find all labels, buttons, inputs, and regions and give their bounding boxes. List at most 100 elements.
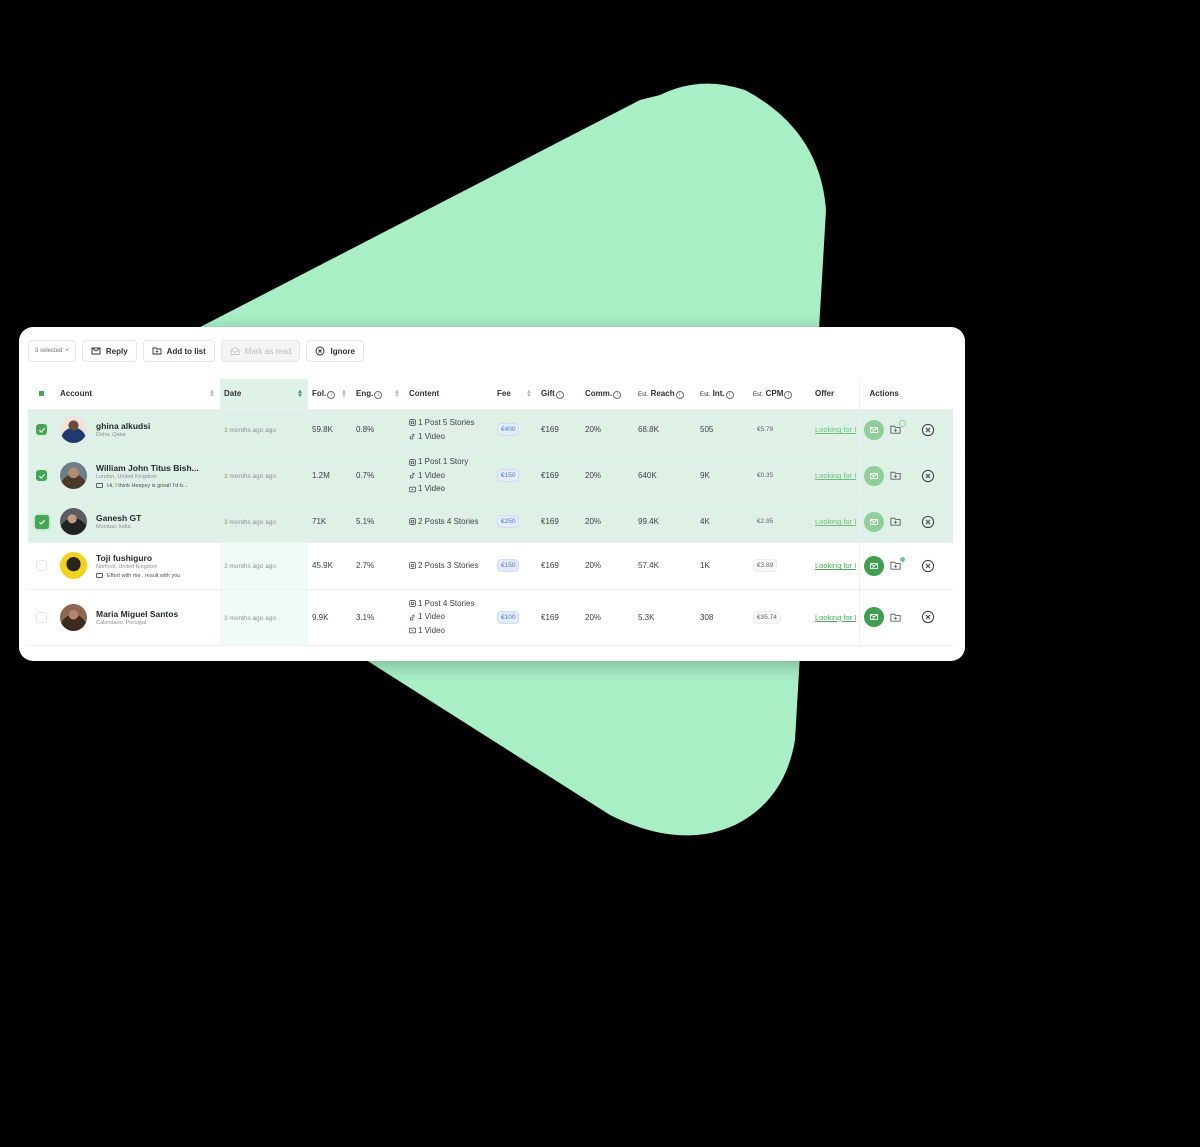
ignore-row-icon[interactable] — [921, 423, 935, 437]
check-icon — [38, 427, 45, 433]
account-cell[interactable]: Ganesh GT Mumbai, India — [60, 508, 220, 535]
table-row[interactable]: William John Titus Bish... London, Unite… — [28, 450, 953, 502]
add-to-list-action[interactable] — [889, 419, 906, 437]
selection-count-chip[interactable]: 3 selected × — [28, 340, 76, 362]
circle-x-icon — [316, 346, 325, 356]
sort-icon[interactable]: ▲ ▼ — [209, 389, 215, 399]
ignore-button[interactable]: Ignore — [306, 340, 364, 362]
youtube-icon — [409, 486, 416, 493]
add-to-list-action[interactable] — [889, 610, 903, 624]
in-list-badge — [898, 419, 906, 427]
fee-badge: €100 — [497, 610, 520, 624]
content-item-text: 2 Posts 4 Stories — [418, 516, 479, 526]
commission-value: 20% — [585, 425, 602, 434]
send-message-button[interactable] — [863, 607, 884, 627]
fee-badge: €250 — [497, 515, 520, 528]
select-all-checkbox[interactable] — [39, 391, 44, 397]
column-header-engagement[interactable]: Eng. i ▲ ▼ — [352, 379, 405, 410]
offer-link[interactable]: Looking for I — [815, 471, 861, 480]
send-message-button[interactable] — [863, 555, 884, 576]
row-checkbox[interactable] — [35, 514, 49, 529]
sort-icon[interactable]: ▲ ▼ — [341, 389, 347, 399]
account-location: London, United Kingdom — [96, 473, 157, 480]
account-name[interactable]: Maria Miguel Santos — [96, 609, 178, 619]
send-message-button[interactable] — [863, 511, 884, 532]
followers-value: 45.9K — [312, 561, 333, 570]
column-header-actions: Actions — [858, 379, 953, 410]
column-header-content: Content — [405, 379, 493, 410]
table-row[interactable]: ghina alkudsi Doha, Qatar 3 months ago a… — [28, 409, 954, 451]
bulk-actions-toolbar: 3 selected × Reply Add to list Mark as r… — [28, 340, 364, 362]
ignore-row-icon[interactable] — [921, 610, 935, 624]
table-row[interactable]: Ganesh GT Mumbai, India 3 months ago ago… — [28, 501, 954, 543]
avatar — [60, 552, 87, 579]
table-row[interactable]: Maria Miguel Santos Calendario, Portugal… — [28, 589, 953, 646]
sort-icon[interactable]: ▲ ▼ — [394, 389, 400, 399]
account-name[interactable]: Toji fushiguro — [96, 553, 180, 563]
info-icon[interactable]: i — [675, 390, 684, 399]
add-to-list-button[interactable]: Add to list — [142, 340, 215, 362]
table-row[interactable]: Toji fushiguro Northolt, United Kingdom … — [28, 542, 953, 590]
clear-selection-icon[interactable]: × — [65, 348, 69, 354]
add-to-list-action[interactable] — [889, 555, 906, 573]
select-all-header[interactable] — [28, 379, 56, 410]
reply-mail-icon — [91, 347, 101, 355]
offer-link[interactable]: Looking for I — [815, 425, 861, 434]
column-header-est-cpm: Est. CPM i — [749, 379, 811, 410]
account-name[interactable]: William John Titus Bish... — [96, 463, 199, 473]
est-reach-value: 57.4K — [638, 561, 659, 570]
instagram-icon — [409, 419, 416, 427]
info-icon[interactable]: i — [725, 390, 734, 399]
ignore-row-icon[interactable] — [921, 559, 935, 573]
content-item-text: 1 Video — [418, 625, 445, 635]
column-header-est-reach: Est. Reach i — [634, 379, 696, 410]
est-cpm-badge: €0.35 — [757, 472, 774, 479]
est-reach-value: 99.4K — [638, 517, 659, 526]
row-checkbox[interactable] — [36, 560, 47, 571]
date-value: 3 months ago ago — [224, 519, 277, 526]
row-checkbox[interactable] — [36, 611, 47, 623]
commission-value: 20% — [585, 471, 602, 480]
offer-link[interactable]: Looking for I — [815, 613, 861, 622]
info-icon[interactable]: i — [784, 390, 793, 399]
add-to-list-action[interactable] — [889, 515, 903, 529]
row-checkbox[interactable] — [36, 470, 47, 481]
offer-link[interactable]: Looking for I — [815, 561, 861, 570]
column-header-fee[interactable]: Fee ▲ ▼ — [493, 379, 537, 410]
account-cell[interactable]: ghina alkudsi Doha, Qatar — [60, 416, 220, 443]
info-icon[interactable]: i — [327, 390, 336, 399]
info-icon[interactable]: i — [374, 390, 383, 399]
account-cell[interactable]: Toji fushiguro Northolt, United Kingdom … — [60, 552, 220, 579]
mark-as-read-button[interactable]: Mark as read — [220, 340, 301, 362]
ignore-row-icon[interactable] — [921, 469, 935, 483]
content-item: 1 Video — [409, 610, 493, 624]
row-checkbox[interactable] — [36, 424, 47, 435]
offer-link[interactable]: Looking for I — [815, 517, 861, 526]
column-header-offer: Offer — [811, 379, 859, 410]
last-message-text: Hi, I think Heepsy is great! I'd b... — [107, 482, 188, 489]
send-message-button[interactable] — [863, 419, 884, 440]
reply-button[interactable]: Reply — [81, 340, 137, 362]
avatar — [60, 508, 87, 535]
account-cell[interactable]: Maria Miguel Santos Calendario, Portugal — [60, 603, 220, 631]
commission-value: 20% — [585, 517, 602, 526]
check-icon — [39, 519, 46, 525]
account-name[interactable]: Ganesh GT — [96, 513, 141, 523]
column-header-account[interactable]: Account ▲ ▼ — [56, 379, 220, 410]
add-to-list-action[interactable] — [889, 469, 903, 483]
sort-icon[interactable]: ▲ ▼ — [526, 389, 532, 399]
est-interactions-value: 9K — [700, 471, 710, 480]
sort-icon[interactable]: ▲ ▼ — [297, 389, 303, 399]
info-icon[interactable]: i — [613, 390, 622, 399]
ignore-row-icon[interactable] — [921, 515, 935, 529]
content-list: 2 Posts 3 Stories — [409, 559, 493, 573]
send-message-button[interactable] — [863, 465, 884, 486]
account-name[interactable]: ghina alkudsi — [96, 421, 150, 431]
column-header-date[interactable]: Date ▲ ▼ — [220, 379, 308, 410]
account-cell[interactable]: William John Titus Bish... London, Unite… — [60, 462, 220, 489]
row-actions — [863, 511, 954, 532]
info-icon[interactable]: i — [555, 390, 564, 399]
content-item-text: 1 Post 4 Stories — [418, 598, 475, 608]
column-header-followers[interactable]: Fol. i ▲ ▼ — [308, 379, 352, 410]
row-actions — [863, 419, 954, 440]
